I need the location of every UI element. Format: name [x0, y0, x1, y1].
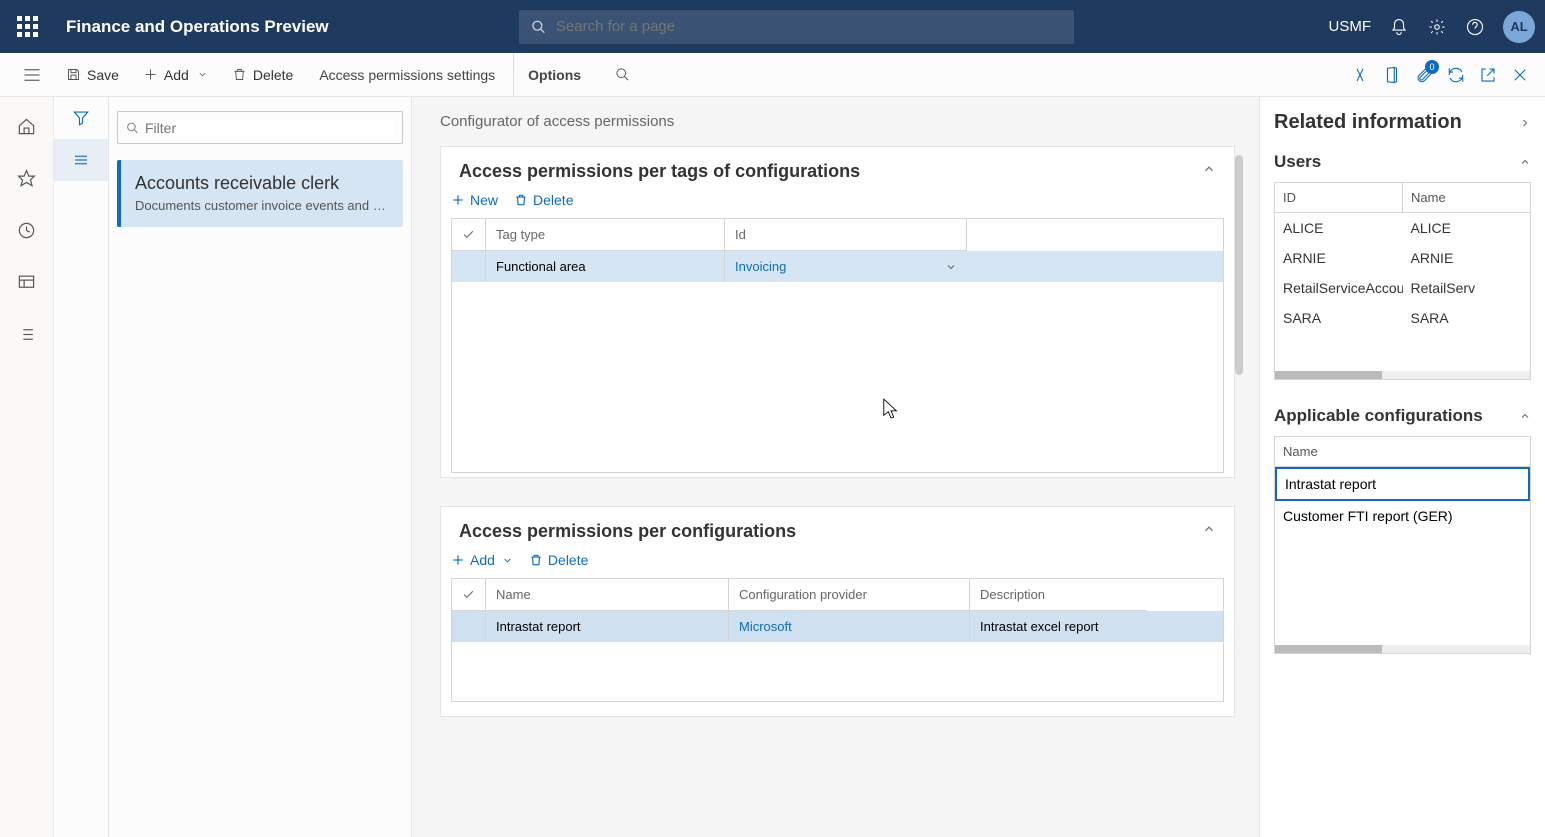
- company-label[interactable]: USMF: [1329, 18, 1372, 35]
- col-user-id[interactable]: ID: [1275, 183, 1403, 213]
- app-title: Finance and Operations Preview: [66, 17, 329, 37]
- collapse-users-icon[interactable]: [1519, 156, 1531, 168]
- cell-provider[interactable]: Microsoft: [729, 611, 970, 642]
- recent-icon[interactable]: [17, 221, 36, 245]
- cell-id[interactable]: Invoicing: [725, 251, 967, 282]
- modules-icon[interactable]: [17, 325, 36, 349]
- filter-icon[interactable]: [54, 97, 108, 139]
- related-info-title: Related information: [1274, 111, 1462, 134]
- select-all-checkbox[interactable]: [452, 579, 486, 611]
- popout-icon[interactable]: [1479, 66, 1497, 84]
- refresh-icon[interactable]: [1447, 66, 1465, 84]
- cursor-icon: [882, 397, 900, 426]
- col-name[interactable]: Name: [486, 579, 729, 611]
- page-heading: Configurator of access permissions: [440, 113, 1235, 130]
- tags-delete-button[interactable]: Delete: [514, 192, 573, 208]
- tags-card: Access permissions per tags of configura…: [440, 146, 1235, 478]
- search-input[interactable]: [556, 18, 1062, 35]
- app-launcher-icon[interactable]: [10, 16, 44, 37]
- table-row[interactable]: Intrastat report Microsoft Intrastat exc…: [452, 611, 1223, 642]
- cfg-delete-button[interactable]: Delete: [529, 552, 588, 568]
- avatar[interactable]: AL: [1503, 11, 1535, 43]
- search-icon: [126, 121, 139, 135]
- delete-button[interactable]: Delete: [220, 53, 305, 96]
- attachments-badge: 0: [1425, 60, 1439, 74]
- table-row[interactable]: Functional area Invoicing: [452, 251, 1223, 282]
- cfg-table: Name Configuration provider Description …: [451, 578, 1224, 702]
- cell-description[interactable]: Intrastat excel report: [970, 611, 1147, 642]
- collapse-cfg-icon[interactable]: [1202, 522, 1216, 541]
- chevron-down-icon: [945, 261, 957, 273]
- tags-new-button[interactable]: New: [451, 192, 498, 208]
- list-filter-input[interactable]: [145, 120, 394, 136]
- chevron-down-icon: [197, 69, 208, 80]
- table-row[interactable]: RetailServiceAccountRetailServ: [1275, 273, 1530, 303]
- cfg-add-button[interactable]: Add: [451, 552, 513, 568]
- users-table: ID Name ALICEALICE ARNIEARNIE RetailServ…: [1274, 182, 1531, 380]
- col-cfg-name[interactable]: Name: [1275, 437, 1530, 467]
- role-list-item[interactable]: Accounts receivable clerk Documents cust…: [117, 160, 403, 227]
- search-icon: [531, 19, 546, 35]
- col-provider[interactable]: Configuration provider: [729, 579, 970, 611]
- trash-icon: [514, 193, 528, 207]
- col-description[interactable]: Description: [970, 579, 1147, 611]
- action-search-icon[interactable]: [603, 53, 642, 96]
- bell-icon[interactable]: [1389, 17, 1409, 37]
- access-permissions-settings-button[interactable]: Access permissions settings: [305, 53, 509, 96]
- col-tag-type[interactable]: Tag type: [486, 219, 725, 251]
- cell-name[interactable]: Intrastat report: [486, 611, 729, 642]
- select-all-checkbox[interactable]: [452, 219, 486, 251]
- help-icon[interactable]: [1465, 17, 1485, 37]
- users-section-title: Users: [1274, 152, 1321, 172]
- table-row[interactable]: ALICEALICE: [1275, 213, 1530, 243]
- role-description: Documents customer invoice events and …: [135, 198, 389, 213]
- cfg-card: Access permissions per configurations Ad…: [440, 506, 1235, 717]
- office-icon[interactable]: [1383, 66, 1401, 84]
- trash-icon: [232, 67, 247, 82]
- plus-icon: [451, 193, 465, 207]
- cfg-card-title: Access permissions per configurations: [459, 521, 796, 542]
- plus-icon: [143, 67, 158, 82]
- save-button[interactable]: Save: [54, 53, 131, 96]
- scrollbar[interactable]: [1275, 371, 1530, 379]
- role-title: Accounts receivable clerk: [135, 173, 389, 194]
- tags-card-title: Access permissions per tags of configura…: [459, 161, 860, 182]
- table-row[interactable]: Intrastat report: [1275, 467, 1530, 501]
- home-icon[interactable]: [17, 117, 36, 141]
- plus-icon: [451, 553, 465, 567]
- workspace-icon[interactable]: [17, 273, 36, 297]
- table-row[interactable]: SARASARA: [1275, 303, 1530, 333]
- applicable-cfg-title: Applicable configurations: [1274, 406, 1483, 426]
- hamburger-icon[interactable]: [10, 68, 54, 82]
- chevron-down-icon: [502, 555, 513, 566]
- collapse-tags-icon[interactable]: [1202, 162, 1216, 181]
- col-user-name[interactable]: Name: [1403, 183, 1530, 213]
- gear-icon[interactable]: [1427, 17, 1447, 37]
- copilot-icon[interactable]: [1351, 66, 1369, 84]
- global-search[interactable]: [519, 10, 1074, 44]
- table-row[interactable]: Customer FTI report (GER): [1275, 501, 1530, 531]
- chevron-right-icon[interactable]: [1519, 117, 1531, 129]
- scrollbar[interactable]: [1275, 645, 1530, 653]
- save-icon: [66, 67, 81, 82]
- options-button[interactable]: Options: [513, 53, 595, 96]
- add-button[interactable]: Add: [131, 53, 220, 96]
- attachments-icon[interactable]: 0: [1415, 66, 1433, 84]
- list-view-icon[interactable]: [54, 139, 108, 181]
- trash-icon: [529, 553, 543, 567]
- collapse-cfg-icon[interactable]: [1519, 410, 1531, 422]
- close-icon[interactable]: [1511, 66, 1529, 84]
- cell-tag-type[interactable]: Functional area: [486, 251, 725, 282]
- table-row[interactable]: ARNIEARNIE: [1275, 243, 1530, 273]
- col-id[interactable]: Id: [725, 219, 967, 251]
- tags-table: Tag type Id Functional area Invoicing: [451, 218, 1224, 473]
- star-icon[interactable]: [17, 169, 36, 193]
- list-filter[interactable]: [117, 111, 403, 144]
- applicable-cfg-table: Name Intrastat report Customer FTI repor…: [1274, 436, 1531, 654]
